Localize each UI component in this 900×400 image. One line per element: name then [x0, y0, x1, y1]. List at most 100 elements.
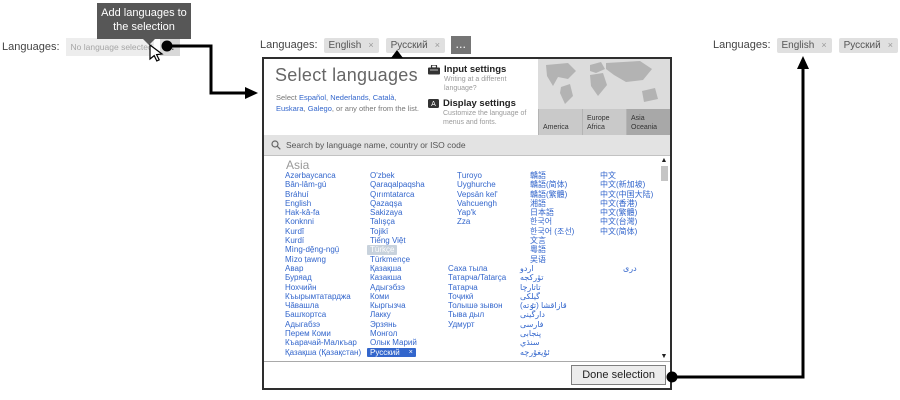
language-option[interactable]: 中文(中国大陆) — [600, 190, 653, 199]
scroll-up-icon[interactable]: ▲ — [661, 157, 668, 164]
language-option[interactable]: 中文 — [600, 171, 616, 180]
language-option[interactable]: Azərbaycanca — [285, 171, 336, 180]
language-option[interactable]: Ṭuroyo — [457, 171, 482, 180]
language-chip[interactable]: English× — [324, 38, 379, 53]
language-option[interactable]: Bráhuí — [285, 190, 309, 199]
language-option[interactable]: Yap'k — [457, 208, 476, 217]
language-option[interactable]: Къарачай-Малкъар — [285, 338, 357, 347]
language-option[interactable]: Тоҷикӣ — [448, 292, 473, 301]
input-settings-item[interactable]: Input settings Writing at a different la… — [428, 64, 540, 94]
example-language-link[interactable]: Euskara — [276, 104, 304, 113]
language-option[interactable]: 文言 — [530, 236, 546, 245]
language-option[interactable]: 贛語(简体) — [530, 180, 567, 189]
example-language-link[interactable]: Español — [299, 93, 326, 102]
language-option[interactable]: دری — [623, 264, 637, 273]
no-language-selected-box[interactable]: No language selected — [66, 38, 154, 56]
language-option[interactable]: سنڌي — [520, 338, 540, 347]
language-option[interactable]: Tojikī — [370, 227, 388, 236]
language-option[interactable]: Zza — [457, 217, 470, 226]
language-option[interactable]: اردو — [520, 264, 534, 273]
language-option[interactable]: 中文(简体) — [600, 227, 637, 236]
language-option[interactable]: Kurdî — [285, 227, 304, 236]
language-option[interactable]: Перем Коми — [285, 329, 331, 338]
language-option[interactable]: ئۇيغۇرچە — [520, 348, 550, 357]
search-input[interactable]: Search by language name, country or ISO … — [264, 135, 670, 156]
remove-chip-icon[interactable]: × — [435, 40, 440, 50]
language-option[interactable]: Саха тыла — [448, 264, 487, 273]
language-option[interactable]: 粵語 — [530, 245, 546, 254]
language-option[interactable]: Mìzo ṭawng — [285, 255, 326, 264]
language-option[interactable]: Къырымтатарджа — [285, 292, 351, 301]
language-option[interactable]: Нохчийн — [285, 283, 316, 292]
language-option[interactable]: Qaraqalpaqsha — [370, 180, 425, 189]
remove-selected-icon[interactable]: × — [409, 348, 413, 357]
language-option[interactable]: Эрзянь — [370, 320, 397, 329]
language-option[interactable]: Лакку — [370, 310, 391, 319]
language-option[interactable]: Кыргызча — [370, 301, 406, 310]
language-option[interactable]: Адыгэбзэ — [370, 283, 405, 292]
language-option[interactable]: دارگینی — [520, 310, 545, 319]
language-option[interactable]: پنجابی — [520, 329, 541, 338]
remove-chip-icon[interactable]: × — [821, 40, 826, 50]
remove-chip-icon[interactable]: × — [368, 40, 373, 50]
language-option[interactable]: Татарча/Tatarça — [448, 273, 506, 282]
language-option[interactable]: 吴语 — [530, 255, 546, 264]
language-option[interactable]: Mìng-dĕ̤ng-ngṳ̄ — [285, 245, 339, 254]
language-option[interactable]: Vahcuengh — [457, 199, 497, 208]
language-option[interactable]: Адыгабзэ — [285, 320, 320, 329]
language-option[interactable]: O'zbek — [370, 171, 395, 180]
language-option[interactable]: Буряад — [285, 273, 312, 282]
language-option[interactable]: 贛語(繁體) — [530, 190, 567, 199]
language-option[interactable]: Тыва дыл — [448, 310, 484, 319]
language-option[interactable]: Hak-kâ-fa — [285, 208, 320, 217]
language-option[interactable]: 한국어 — [530, 217, 552, 226]
language-option[interactable]: Kurdí — [285, 236, 304, 245]
language-option[interactable]: Talışça — [370, 217, 395, 226]
language-option[interactable]: Қазақша (Қазақстан) — [285, 348, 361, 357]
language-option[interactable]: 中文(香港) — [600, 199, 637, 208]
language-option[interactable]: Башҡортса — [285, 310, 326, 319]
display-settings-item[interactable]: A Display settings Customize the languag… — [428, 98, 540, 128]
done-selection-button[interactable]: Done selection — [571, 365, 666, 385]
example-language-link[interactable]: Galego — [308, 104, 332, 113]
language-option[interactable]: Казакша — [370, 273, 402, 282]
language-option[interactable]: تۆرکجه — [520, 273, 543, 282]
language-option[interactable]: Türkçe — [367, 245, 397, 254]
language-option[interactable]: Qazaqşa — [370, 199, 402, 208]
language-option[interactable]: Bân-lâm-gú — [285, 180, 326, 189]
language-option[interactable]: Tiếng Việt — [370, 236, 406, 245]
language-option[interactable]: English — [285, 199, 311, 208]
remove-chip-icon[interactable]: × — [888, 40, 893, 50]
language-chip[interactable]: Русский× — [386, 38, 445, 53]
language-option[interactable]: 中文(新加坡) — [600, 180, 645, 189]
language-option[interactable]: 湘語 — [530, 199, 546, 208]
language-option[interactable]: Sakizaya — [370, 208, 402, 217]
language-option[interactable]: تاتارچا — [520, 283, 541, 292]
scrollbar[interactable]: ▲ ▼ — [659, 157, 669, 360]
language-option[interactable]: Qırımtatarca — [370, 190, 414, 199]
language-option[interactable]: Авар — [285, 264, 303, 273]
language-chip[interactable]: English× — [777, 38, 832, 53]
language-option[interactable]: Uyghurche — [457, 180, 496, 189]
example-language-link[interactable]: Nederlands — [330, 93, 368, 102]
language-option[interactable]: Олык Марий — [370, 338, 417, 347]
language-option[interactable]: 中文(台灣) — [600, 217, 637, 226]
example-language-link[interactable]: Català — [373, 93, 395, 102]
language-option[interactable]: Чăвашла — [285, 301, 319, 310]
tab-asia-oceania[interactable]: Asia Oceania — [626, 109, 670, 135]
language-option[interactable]: Konknni — [285, 217, 314, 226]
language-option[interactable]: 한국어 (조선) — [530, 227, 574, 236]
language-option[interactable]: Удмурт — [448, 320, 475, 329]
language-option[interactable]: Коми — [370, 292, 389, 301]
tab-america[interactable]: America — [538, 109, 582, 135]
language-chip[interactable]: Русский× — [839, 38, 898, 53]
scroll-down-icon[interactable]: ▼ — [661, 353, 668, 360]
language-option[interactable]: Türkmençe — [370, 255, 410, 264]
language-option[interactable]: Татарча — [448, 283, 478, 292]
language-option[interactable]: Қазақша — [370, 264, 402, 273]
scrollbar-thumb[interactable] — [661, 166, 668, 181]
language-option[interactable]: فارسی — [520, 320, 544, 329]
language-option[interactable]: Vepsän kel' — [457, 190, 498, 199]
more-languages-button-active[interactable]: ... — [451, 36, 472, 54]
language-option[interactable]: Монгол — [370, 329, 397, 338]
